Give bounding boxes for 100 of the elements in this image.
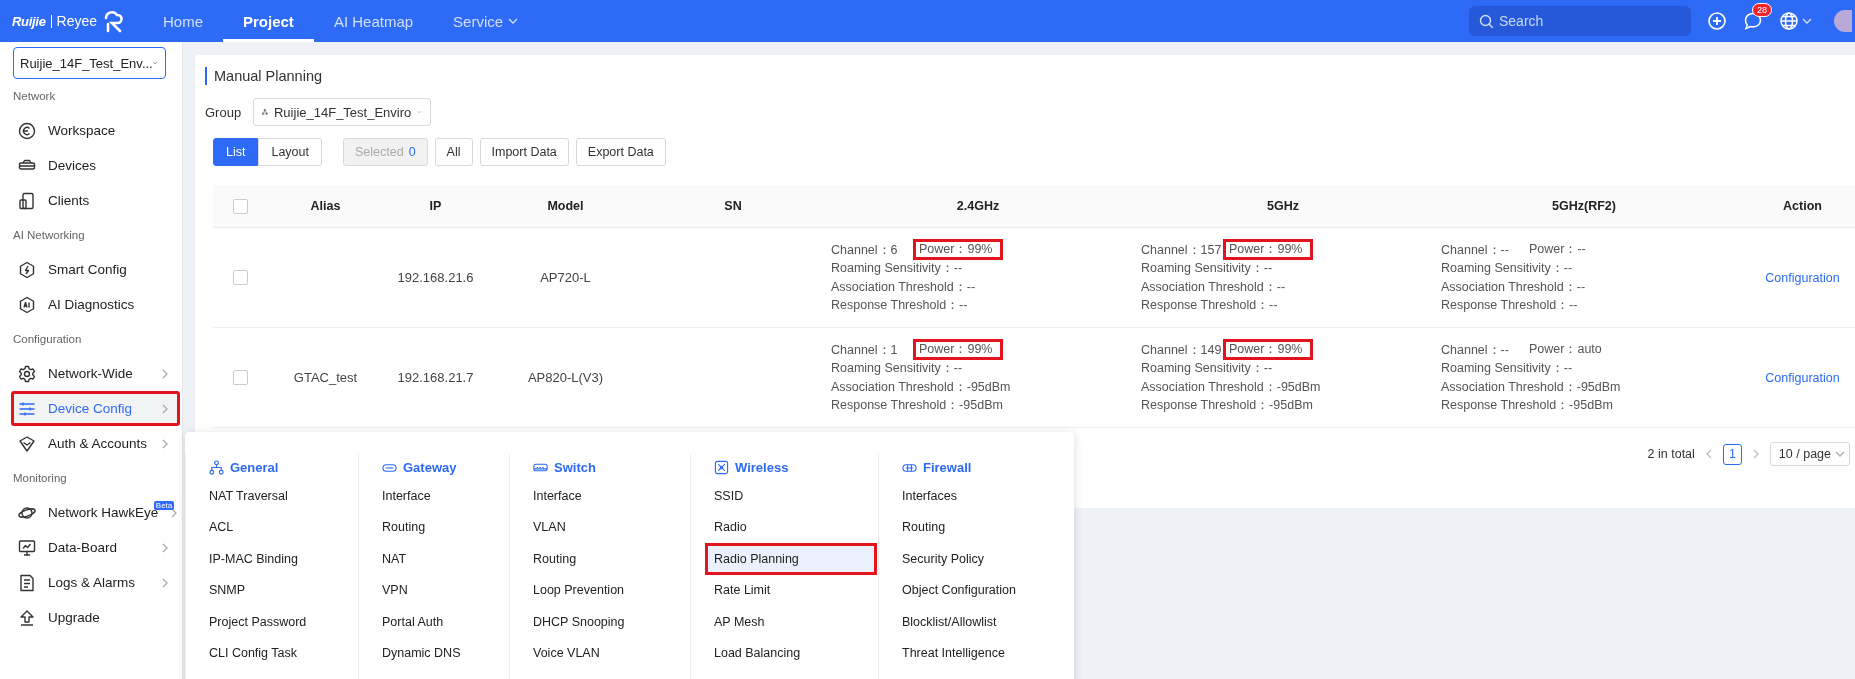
chevron-right-icon bbox=[170, 507, 179, 518]
menu-item[interactable]: Dynamic DNS bbox=[373, 637, 474, 669]
chevron-right-icon bbox=[161, 438, 169, 449]
menu-item[interactable]: Radio bbox=[705, 511, 760, 543]
table-cell: 192.168.21.7 bbox=[397, 370, 474, 385]
menu-item[interactable]: Security Policy bbox=[893, 543, 997, 575]
view-tab[interactable]: List bbox=[213, 138, 259, 166]
sidebar-item[interactable]: Device Config bbox=[11, 391, 180, 426]
sidebar-item[interactable]: Smart Config bbox=[11, 252, 180, 287]
sidebar-item[interactable]: Data-Board bbox=[11, 530, 180, 565]
chevron-left-icon[interactable] bbox=[1704, 449, 1713, 459]
section-title: Network bbox=[12, 89, 57, 104]
menu-item[interactable]: Object Configuration bbox=[893, 574, 1029, 606]
menu-category: Wireless bbox=[714, 454, 789, 480]
avatar[interactable] bbox=[1834, 10, 1852, 32]
menu-item[interactable]: VLAN bbox=[524, 511, 579, 543]
ai-diagnostics-icon bbox=[18, 295, 36, 314]
menu-category: Gateway bbox=[382, 454, 457, 480]
radio-channel: Channel：-- bbox=[1441, 241, 1510, 259]
hierarchy-icon bbox=[209, 459, 224, 475]
menu-item[interactable]: VPN bbox=[373, 574, 421, 606]
menu-item[interactable]: CLI Config Task bbox=[200, 637, 310, 669]
menu-item[interactable]: Interface bbox=[524, 480, 595, 512]
menu-item[interactable]: SNMP bbox=[200, 574, 259, 606]
configuration-link[interactable]: Configuration bbox=[1765, 270, 1840, 285]
menu-item[interactable]: ACL bbox=[200, 511, 247, 543]
section-title: Configuration bbox=[12, 332, 83, 347]
project-select[interactable]: Ruijie_14F_Test_Env... bbox=[13, 47, 166, 79]
checkbox[interactable] bbox=[233, 270, 248, 285]
checkbox[interactable] bbox=[233, 370, 248, 385]
column-header: 2.4GHz bbox=[956, 199, 1000, 213]
action-button[interactable]: Export Data bbox=[575, 138, 666, 166]
column-header: 5GHz bbox=[1267, 199, 1299, 213]
nav-tab[interactable]: AI Heatmap bbox=[313, 0, 434, 42]
menu-item[interactable]: Load Balancing bbox=[705, 637, 814, 669]
configuration-link[interactable]: Configuration bbox=[1765, 370, 1840, 385]
sidebar-item[interactable]: Workspace bbox=[11, 113, 180, 148]
menu-item[interactable]: Loop Prevention bbox=[524, 574, 638, 606]
page-title: Manual Planning bbox=[205, 67, 1855, 85]
menu-item[interactable]: Routing bbox=[893, 511, 959, 543]
action-button[interactable]: All bbox=[434, 138, 473, 166]
radio-detail: Response Threshold：-95dBm bbox=[831, 397, 1003, 414]
radio-detail: Association Threshold：-95dBm bbox=[831, 378, 1011, 396]
menu-item[interactable]: Voice VLAN bbox=[524, 637, 613, 669]
sidebar-item[interactable]: Network-Wide bbox=[11, 356, 180, 391]
sidebar-item[interactable]: Logs & Alarms bbox=[11, 565, 180, 600]
caret-down-icon bbox=[1802, 17, 1812, 25]
section-title: Monitoring bbox=[12, 471, 68, 486]
nav-tab[interactable]: Service bbox=[433, 0, 539, 42]
menu-item[interactable]: IP-MAC Binding bbox=[200, 543, 311, 575]
menu-item[interactable]: Threat Intelligence bbox=[893, 637, 1018, 669]
radio-channel: Channel：6 bbox=[831, 241, 899, 259]
add-icon[interactable] bbox=[1707, 11, 1727, 31]
radio-detail: Association Threshold：-95dBm bbox=[1441, 378, 1621, 396]
menu-item[interactable]: Blocklist/Allowlist bbox=[893, 606, 1010, 638]
radio-power: Power：-- bbox=[1528, 241, 1587, 259]
table-cell: GTAC_test bbox=[293, 370, 358, 385]
chat-icon[interactable] bbox=[1743, 11, 1763, 31]
menu-item[interactable]: Project Password bbox=[200, 606, 320, 638]
radio-power: Power：99% bbox=[913, 339, 1004, 361]
radio-detail: Association Threshold：-95dBm bbox=[1141, 378, 1321, 396]
menu-item[interactable]: AP Mesh bbox=[705, 606, 778, 638]
group-select[interactable]: Ruijie_14F_Test_Enviro bbox=[253, 98, 432, 126]
radio-detail: Response Threshold：-95dBm bbox=[1141, 397, 1313, 414]
view-tab[interactable]: Layout bbox=[258, 138, 322, 166]
page-size-select[interactable]: 10 / page bbox=[1769, 442, 1850, 466]
chevron-right-icon bbox=[161, 368, 169, 379]
sidebar-item[interactable]: Clients bbox=[11, 183, 180, 218]
sidebar-item[interactable]: Upgrade bbox=[11, 600, 180, 635]
nav-tab[interactable]: Project bbox=[223, 0, 314, 42]
page-button[interactable]: 1 bbox=[1722, 443, 1742, 465]
radio-detail: Response Threshold：-- bbox=[1141, 297, 1278, 314]
radio-detail: Roaming Sensitivity：-- bbox=[1441, 260, 1573, 277]
menu-item[interactable]: Interface bbox=[373, 480, 444, 512]
menu-item[interactable]: Rate Limit bbox=[705, 574, 784, 606]
menu-item[interactable]: NAT bbox=[373, 543, 420, 575]
chevron-right-icon bbox=[1751, 449, 1760, 459]
section-title: AI Networking bbox=[12, 228, 86, 243]
menu-item[interactable]: DHCP Snooping bbox=[524, 606, 638, 638]
menu-item[interactable]: Interfaces bbox=[893, 480, 970, 512]
menu-item[interactable]: Routing bbox=[373, 511, 439, 543]
radio-detail: Roaming Sensitivity：-- bbox=[1141, 260, 1273, 277]
menu-item[interactable]: NAT Traversal bbox=[200, 480, 301, 512]
menu-item[interactable]: SSID bbox=[705, 480, 757, 512]
beta-badge: Beta bbox=[153, 501, 175, 510]
shield-icon bbox=[18, 434, 36, 453]
sidebar-item[interactable]: AI Diagnostics bbox=[11, 287, 180, 322]
globe-icon[interactable] bbox=[1779, 11, 1799, 31]
caret-down-icon bbox=[417, 108, 423, 116]
menu-item[interactable]: Routing bbox=[524, 543, 590, 575]
table-cell: AP720-L bbox=[540, 270, 591, 285]
checkbox[interactable] bbox=[233, 198, 248, 214]
sidebar-item[interactable]: Devices bbox=[11, 148, 180, 183]
menu-item[interactable]: Portal Auth bbox=[373, 606, 457, 638]
action-button[interactable]: Import Data bbox=[479, 138, 569, 166]
search-field[interactable]: Search bbox=[1469, 6, 1691, 36]
radio-detail: Roaming Sensitivity：-- bbox=[831, 260, 963, 277]
sidebar-item[interactable]: Auth & Accounts bbox=[11, 426, 180, 461]
chevron-down-icon bbox=[508, 17, 519, 25]
menu-item[interactable]: Radio Planning bbox=[705, 543, 877, 575]
